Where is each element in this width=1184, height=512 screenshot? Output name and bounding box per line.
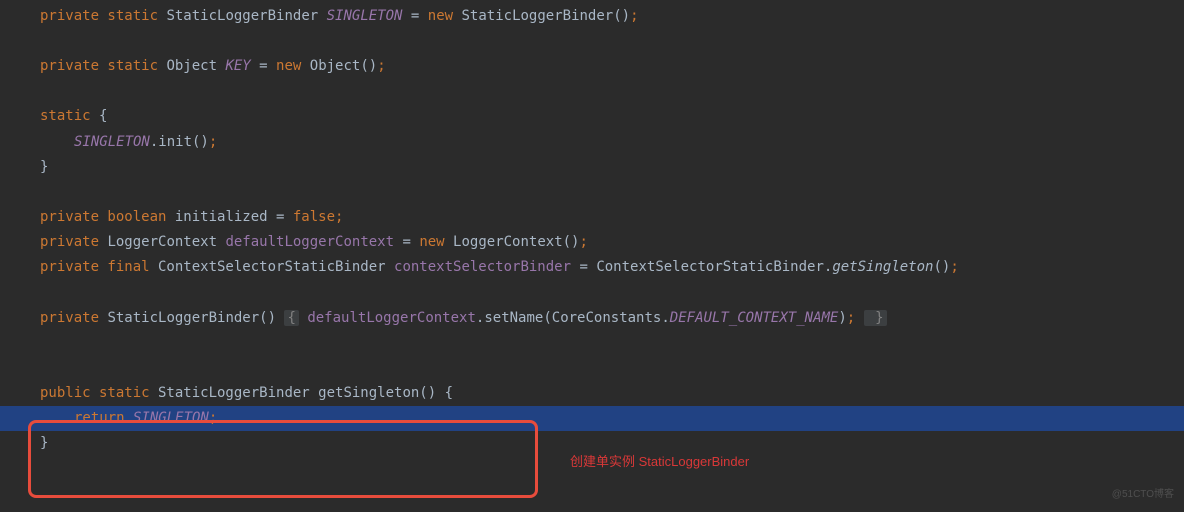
- keyword: private: [40, 234, 99, 250]
- keyword: new: [419, 234, 444, 250]
- code-line: private boolean initialized = false;: [0, 205, 1184, 230]
- keyword: new: [276, 58, 301, 74]
- field: contextSelectorBinder: [394, 259, 571, 275]
- keyword: private: [40, 310, 99, 326]
- code-editor[interactable]: private static StaticLoggerBinder SINGLE…: [0, 0, 1184, 460]
- field: defaultLoggerContext: [299, 310, 476, 326]
- keyword: return: [74, 410, 125, 426]
- type: StaticLoggerBinder: [166, 8, 318, 24]
- field: defaultLoggerContext: [225, 234, 394, 250]
- code-line: static {: [0, 104, 1184, 129]
- blank-line: [0, 281, 1184, 306]
- keyword: public static: [40, 385, 150, 401]
- code-line: public static StaticLoggerBinder getSing…: [0, 381, 1184, 406]
- keyword: false: [293, 209, 335, 225]
- method: getSingleton: [832, 259, 933, 275]
- constant: DEFAULT_CONTEXT_NAME: [670, 310, 839, 326]
- folded-brace: {: [284, 310, 298, 326]
- code-line: private StaticLoggerBinder() { defaultLo…: [0, 306, 1184, 331]
- keyword: static: [40, 108, 91, 124]
- code-line: private static StaticLoggerBinder SINGLE…: [0, 4, 1184, 29]
- code-line: private final ContextSelectorStaticBinde…: [0, 255, 1184, 280]
- folded-brace: }: [864, 310, 887, 326]
- field: SINGLETON: [125, 410, 209, 426]
- field: SINGLETON: [327, 8, 403, 24]
- field: KEY: [225, 58, 250, 74]
- blank-line: [0, 29, 1184, 54]
- field: SINGLETON: [74, 134, 150, 150]
- code-line: SINGLETON.init();: [0, 130, 1184, 155]
- code-line: }: [0, 155, 1184, 180]
- keyword: private static: [40, 58, 158, 74]
- blank-line: [0, 356, 1184, 381]
- watermark: @51CTO博客: [1112, 486, 1174, 504]
- code-line: private LoggerContext defaultLoggerConte…: [0, 230, 1184, 255]
- blank-line: [0, 331, 1184, 356]
- keyword: private final: [40, 259, 150, 275]
- code-line: private static Object KEY = new Object()…: [0, 54, 1184, 79]
- highlighted-line: return SINGLETON;: [0, 406, 1184, 431]
- annotation-text: 创建单实例 StaticLoggerBinder: [570, 450, 749, 473]
- keyword: private boolean: [40, 209, 166, 225]
- keyword: new: [428, 8, 453, 24]
- blank-line: [0, 79, 1184, 104]
- blank-line: [0, 180, 1184, 205]
- keyword: private static: [40, 8, 158, 24]
